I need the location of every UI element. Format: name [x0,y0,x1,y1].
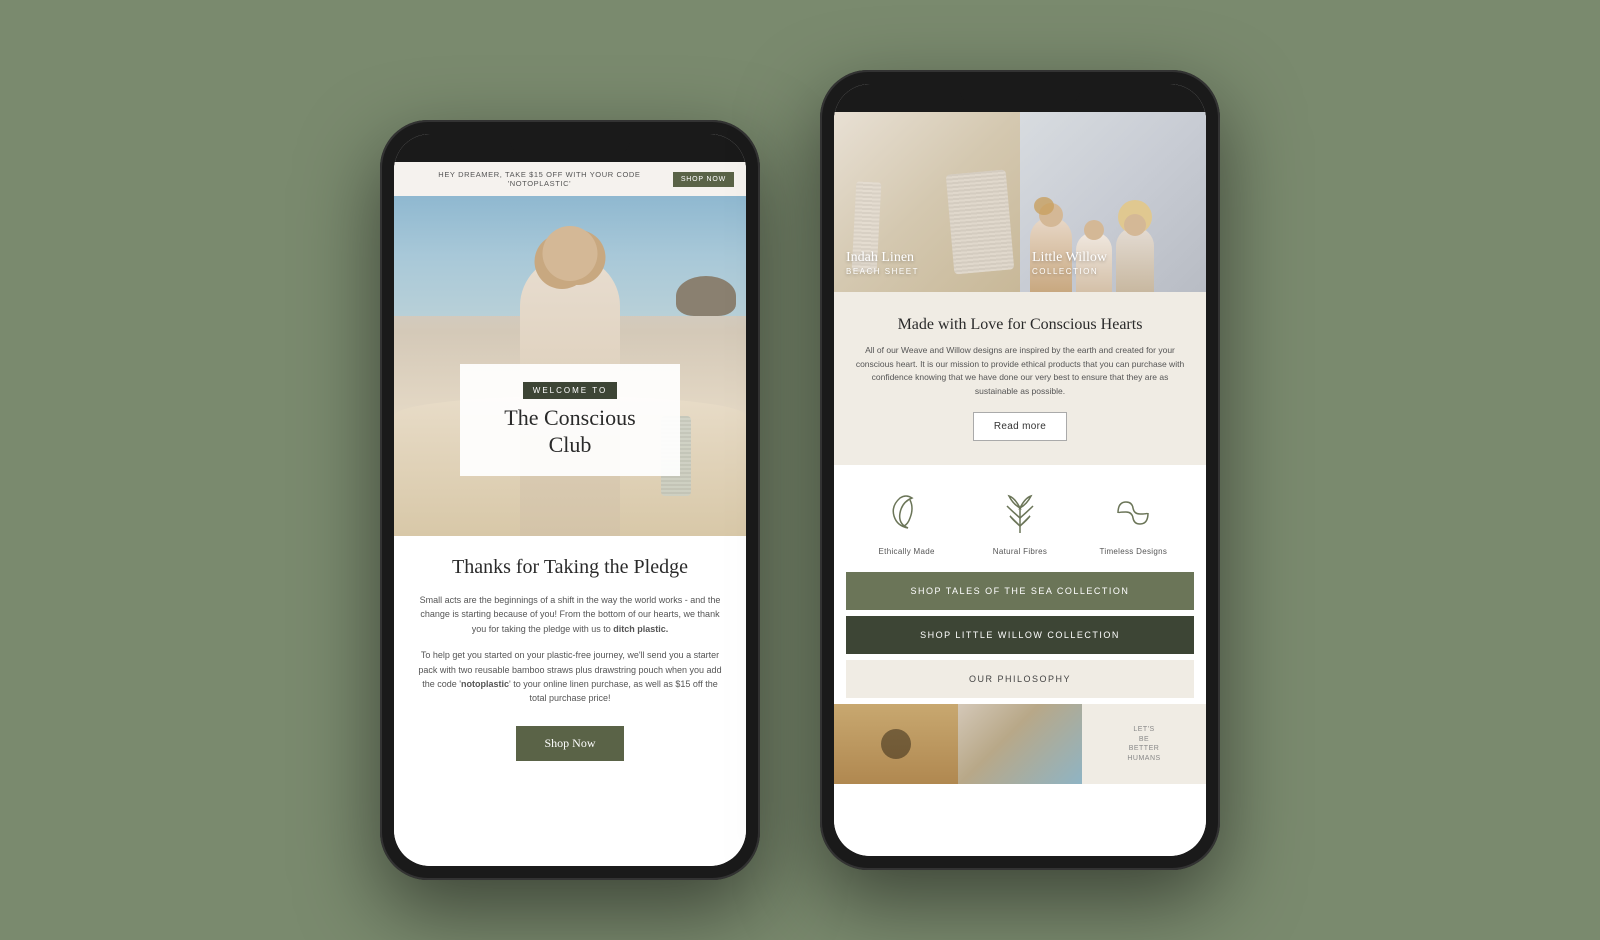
phone2-product1-title: Indah Linen [846,250,919,267]
phone1-hero: WELCOME TO The Conscious Club [394,196,746,536]
phone2-conscious-section: Made with Love for Conscious Hearts All … [834,292,1206,465]
phone2-conscious-text: All of our Weave and Willow designs are … [854,344,1186,398]
notch-right [834,84,1206,112]
phone2-product-grid: Indah Linen BEACH SHEET [834,112,1206,292]
phone1-banner-text: HEY DREAMER, TAKE $15 OFF WITH YOUR CODE… [406,170,673,188]
phone2-person3 [1116,227,1154,292]
phone2-philosophy-button[interactable]: OUR PHILOSOPHY [846,660,1194,698]
phone-right-inner: Indah Linen BEACH SHEET [834,84,1206,856]
phone-left-inner: HEY DREAMER, TAKE $15 OFF WITH YOUR CODE… [394,134,746,866]
phone2-conscious-title: Made with Love for Conscious Hearts [854,316,1186,334]
phone1-para2: To help get you started on your plastic-… [418,648,722,706]
phone2-ethical-icon [879,485,935,541]
phone-right: Indah Linen BEACH SHEET [820,70,1220,870]
phone2-designs-icon [1105,485,1161,541]
scene: HEY DREAMER, TAKE $15 OFF WITH YOUR CODE… [0,0,1600,940]
phone2-content: Indah Linen BEACH SHEET [834,112,1206,856]
phone2-product-indah[interactable]: Indah Linen BEACH SHEET [834,112,1020,292]
phone2-product2-label: Little Willow COLLECTION [1032,250,1107,276]
phone2-product1-subtitle: BEACH SHEET [846,267,919,276]
phone2-linen-texture [946,170,1014,275]
phone1-banner-shop-button[interactable]: SHOP NOW [673,172,734,187]
notch-pill-right [960,84,1080,104]
phone1-cta-button[interactable]: Shop Now [516,726,623,761]
phone2-bottom-img1 [834,704,958,784]
phone2-person2-head [1084,220,1104,240]
phone2-ethical-label: Ethically Made [857,547,957,556]
phone2-read-more-button[interactable]: Read more [973,412,1067,441]
phone1-banner: HEY DREAMER, TAKE $15 OFF WITH YOUR CODE… [394,162,746,196]
phone2-cta-section: SHOP TALES OF THE SEA COLLECTION SHOP LI… [834,572,1206,698]
phone2-tales-button[interactable]: SHOP TALES OF THE SEA COLLECTION [846,572,1194,610]
phone2-product2-title: Little Willow [1032,250,1107,267]
phone2-fibres-icon [992,485,1048,541]
phone2-designs-label: Timeless Designs [1083,547,1183,556]
phone2-bottom-img3: LET'SBEBETTERHUMANS [1082,704,1206,784]
phone2-willow-button[interactable]: SHOP LITTLE WILLOW COLLECTION [846,616,1194,654]
phone2-icon-ethical: Ethically Made [857,485,957,556]
notch-pill-left [510,134,630,154]
phone2-img2-bg [958,704,1082,784]
phone2-bottom-img2 [958,704,1082,784]
phone1-code-text: notoplastic [461,679,509,689]
phone1-para1: Small acts are the beginnings of a shift… [418,593,722,636]
phone1-body: Thanks for Taking the Pledge Small acts … [394,536,746,781]
phone2-img1-detail [881,729,911,759]
notch-left [394,134,746,162]
phone2-icon-designs: Timeless Designs [1083,485,1183,556]
phone2-icons-section: Ethically Made [834,465,1206,572]
phone1-hero-rocks [676,276,736,316]
phone1-content: HEY DREAMER, TAKE $15 OFF WITH YOUR CODE… [394,162,746,866]
phone1-thanks-title: Thanks for Taking the Pledge [418,556,722,579]
phone2-product1-label: Indah Linen BEACH SHEET [846,250,919,276]
phone2-icon-fibres: Natural Fibres [970,485,1070,556]
phone2-bottom-grid: LET'SBEBETTERHUMANS [834,704,1206,784]
phone2-fibres-label: Natural Fibres [970,547,1070,556]
phone2-img1-bg [834,704,958,784]
phone2-product2-subtitle: COLLECTION [1032,267,1107,276]
phone1-welcome-title: The Conscious Club [484,405,656,458]
phone2-person1-hair [1034,197,1054,215]
phone1-bold-text: ditch plastic. [613,624,668,634]
phone2-product-willow[interactable]: Little Willow COLLECTION [1020,112,1206,292]
phone2-person3-head [1124,214,1146,236]
phone2-better-humans-text: LET'SBEBETTERHUMANS [1127,725,1160,764]
phone-left: HEY DREAMER, TAKE $15 OFF WITH YOUR CODE… [380,120,760,880]
phone1-welcome-label: WELCOME TO [523,382,617,399]
phone1-welcome-box: WELCOME TO The Conscious Club [460,364,680,476]
